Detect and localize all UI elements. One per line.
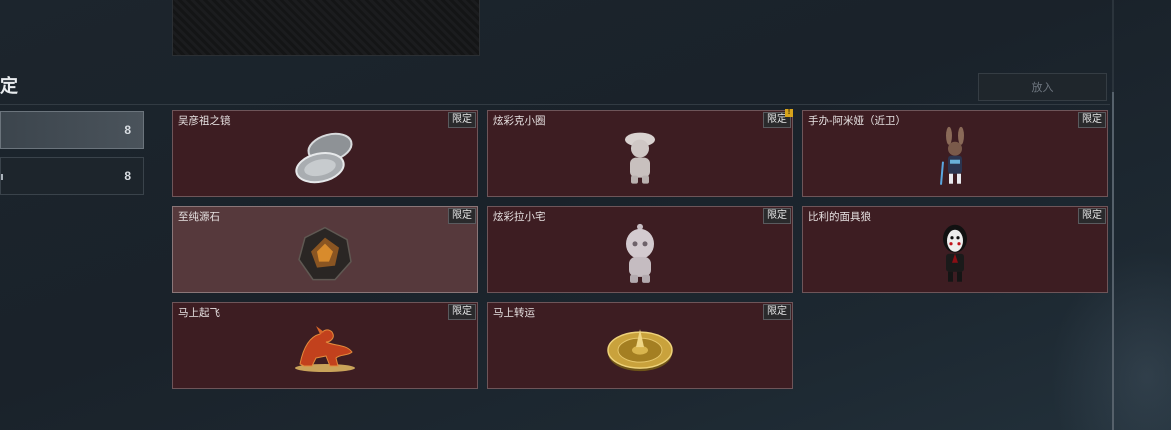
preview-panel (172, 0, 480, 56)
tab-marker (1, 112, 9, 148)
item-name: 炫彩拉小宅 (493, 211, 546, 223)
item-card[interactable]: 马上转运 限定 (487, 302, 793, 389)
item-card[interactable]: 炫彩拉小宅 限定 (487, 206, 793, 293)
item-name: 手办-阿米娅（近卫） (808, 115, 906, 127)
item-name: 炫彩克小圈 (493, 115, 546, 127)
limited-badge: 限定 (1078, 112, 1106, 128)
item-card[interactable]: 吴彦祖之镜 限定 (172, 110, 478, 197)
item-name: 至纯源石 (178, 211, 220, 223)
limited-badge: 限定 (448, 112, 476, 128)
limited-badge: 限定 (1078, 208, 1106, 224)
plush-figure-icon (626, 223, 654, 283)
item-name: 马上转运 (493, 307, 535, 319)
item-grid: 吴彦祖之镜 限定 炫彩克小圈 限定 ! 手办-阿米娅（近卫） 限定 至纯源石 限… (172, 109, 1108, 390)
item-name: 吴彦祖之镜 (178, 115, 231, 127)
alert-icon: ! (785, 109, 793, 117)
mirror-icon (295, 132, 353, 183)
item-card[interactable]: 至纯源石 限定 (172, 206, 478, 293)
horse-statue-icon (295, 325, 355, 372)
amiya-figure-icon (940, 126, 964, 185)
limited-badge: 限定 (763, 304, 791, 320)
tab-marker (1, 158, 9, 194)
item-name: 马上起飞 (178, 307, 220, 319)
item-card[interactable]: 炫彩克小圈 限定 ! (487, 109, 793, 197)
sidebar-tab-count: 8 (124, 123, 131, 137)
sidebar-tab-count: 8 (124, 169, 131, 183)
limited-badge: 限定 (448, 304, 476, 320)
puppet-mask-icon (943, 224, 967, 282)
limited-badge: 限定 (448, 208, 476, 224)
item-name: 比利的面具狼 (808, 211, 871, 223)
limited-badge: 限定 (763, 208, 791, 224)
sidebar-tab-1[interactable]: 8 (0, 111, 144, 149)
section-title: 定 (0, 76, 19, 96)
figurine-icon (625, 132, 655, 184)
item-card[interactable]: 马上起飞 限定 (172, 302, 478, 389)
scrollbar-thumb[interactable] (1112, 92, 1114, 430)
put-in-button[interactable]: 放入 (978, 73, 1107, 101)
item-card[interactable]: 手办-阿米娅（近卫） 限定 (802, 110, 1108, 197)
item-card[interactable]: 比利的面具狼 限定 (802, 206, 1108, 293)
section-divider (0, 104, 1110, 105)
originium-icon (298, 226, 352, 280)
fortune-wheel-icon (607, 328, 673, 371)
sidebar-tab-2[interactable]: 8 (0, 157, 144, 195)
